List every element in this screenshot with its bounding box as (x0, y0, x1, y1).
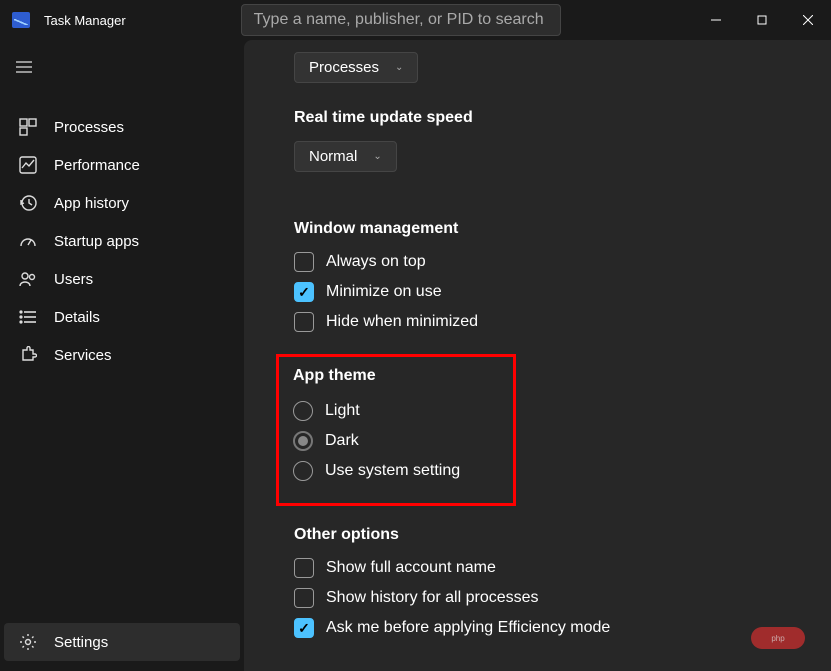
checkbox-label: Show full account name (326, 559, 496, 577)
section-title: Window management (294, 220, 781, 238)
checkbox-icon (294, 558, 314, 578)
radio-label: Light (325, 402, 360, 420)
checkbox-label: Show history for all processes (326, 589, 539, 607)
section-title: Other options (294, 526, 781, 544)
sidebar: Processes Performance App history Startu… (0, 40, 244, 671)
puzzle-icon (18, 345, 38, 365)
search-input[interactable]: Type a name, publisher, or PID to search (241, 4, 561, 36)
section-title: Real time update speed (294, 109, 781, 127)
gauge-icon (18, 231, 38, 251)
checkbox-always-on-top[interactable]: Always on top (294, 252, 781, 272)
checkbox-label: Always on top (326, 253, 426, 271)
sidebar-item-details[interactable]: Details (4, 298, 240, 336)
sidebar-item-label: Performance (54, 157, 140, 174)
checkbox-icon (294, 588, 314, 608)
history-icon (18, 193, 38, 213)
sidebar-item-label: Settings (54, 634, 108, 651)
radio-icon (293, 461, 313, 481)
close-button[interactable] (785, 0, 831, 40)
checkbox-label: Hide when minimized (326, 313, 478, 331)
checkbox-label: Minimize on use (326, 283, 442, 301)
sidebar-item-label: App history (54, 195, 129, 212)
radio-label: Use system setting (325, 462, 460, 480)
checkbox-icon (294, 282, 314, 302)
checkbox-show-history-all-processes[interactable]: Show history for all processes (294, 588, 781, 608)
sidebar-item-label: Services (54, 347, 112, 364)
sidebar-item-app-history[interactable]: App history (4, 184, 240, 222)
checkbox-icon (294, 618, 314, 638)
sidebar-item-label: Processes (54, 119, 124, 136)
sidebar-item-label: Users (54, 271, 93, 288)
list-icon (18, 307, 38, 327)
minimize-button[interactable] (693, 0, 739, 40)
checkbox-show-full-account-name[interactable]: Show full account name (294, 558, 781, 578)
sidebar-item-label: Details (54, 309, 100, 326)
dropdown-value: Processes (309, 59, 379, 76)
other-options-section: Other options Show full account name Sho… (294, 526, 781, 638)
sidebar-item-performance[interactable]: Performance (4, 146, 240, 184)
dropdown-value: Normal (309, 148, 357, 165)
window-management-section: Window management Always on top Minimize… (294, 220, 781, 332)
checkbox-minimize-on-use[interactable]: Minimize on use (294, 282, 781, 302)
sidebar-item-startup-apps[interactable]: Startup apps (4, 222, 240, 260)
watermark-badge: php (751, 627, 805, 649)
section-title: App theme (293, 367, 499, 385)
app-icon (12, 12, 30, 28)
default-page-dropdown[interactable]: Processes ⌄ (294, 52, 418, 83)
chevron-down-icon: ⌄ (373, 151, 381, 162)
checkbox-label: Ask me before applying Efficiency mode (326, 619, 610, 637)
grid-icon (18, 117, 38, 137)
sidebar-item-settings[interactable]: Settings (4, 623, 240, 661)
radio-dark[interactable]: Dark (293, 431, 499, 451)
checkbox-ask-before-efficiency-mode[interactable]: Ask me before applying Efficiency mode (294, 618, 781, 638)
radio-icon (293, 431, 313, 451)
radio-light[interactable]: Light (293, 401, 499, 421)
users-icon (18, 269, 38, 289)
app-theme-highlight: App theme Light Dark Use system setting (276, 354, 516, 506)
performance-icon (18, 155, 38, 175)
chevron-down-icon: ⌄ (395, 62, 403, 73)
app-title: Task Manager (44, 13, 126, 28)
radio-use-system-setting[interactable]: Use system setting (293, 461, 499, 481)
titlebar: Task Manager Type a name, publisher, or … (0, 0, 831, 40)
checkbox-icon (294, 252, 314, 272)
radio-label: Dark (325, 432, 359, 450)
settings-content: Processes ⌄ Real time update speed Norma… (244, 40, 831, 671)
hamburger-button[interactable] (0, 48, 244, 90)
gear-icon (18, 632, 38, 652)
sidebar-item-services[interactable]: Services (4, 336, 240, 374)
maximize-button[interactable] (739, 0, 785, 40)
sidebar-item-label: Startup apps (54, 233, 139, 250)
update-speed-dropdown[interactable]: Normal ⌄ (294, 141, 397, 172)
window-controls (693, 0, 831, 40)
sidebar-item-processes[interactable]: Processes (4, 108, 240, 146)
sidebar-item-users[interactable]: Users (4, 260, 240, 298)
checkbox-icon (294, 312, 314, 332)
realtime-section: Real time update speed Normal ⌄ (294, 109, 781, 198)
checkbox-hide-when-minimized[interactable]: Hide when minimized (294, 312, 781, 332)
radio-icon (293, 401, 313, 421)
